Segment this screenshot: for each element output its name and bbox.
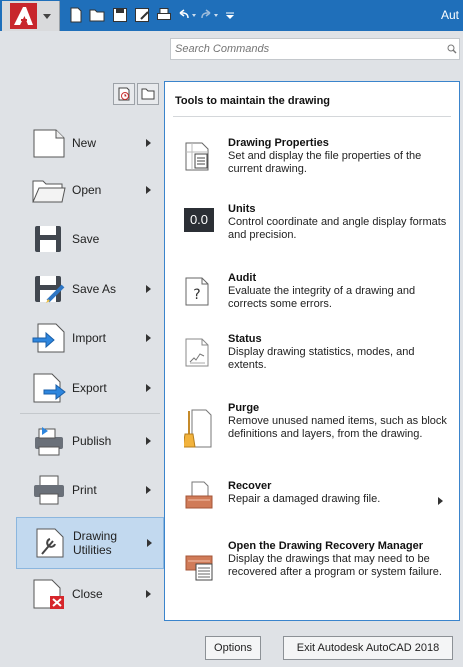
qat-save-icon[interactable] <box>110 4 130 26</box>
tool-drawing-properties[interactable]: Drawing Properties Set and display the f… <box>165 137 459 181</box>
qat-print-icon[interactable] <box>154 4 174 26</box>
menu-item-publish[interactable]: Publish <box>16 416 164 466</box>
title-bar: Aut <box>0 0 463 31</box>
tool-purge[interactable]: Purge Remove unused named items, such as… <box>165 402 459 460</box>
view-toggles <box>113 83 159 105</box>
audit-icon: ? <box>184 275 212 307</box>
tool-title: Units <box>228 203 256 215</box>
tool-audit[interactable]: ? Audit Evaluate the integrity of a draw… <box>165 272 459 316</box>
submenu-arrow-icon <box>147 539 152 547</box>
chevron-down-icon <box>43 14 51 19</box>
status-icon <box>184 336 212 368</box>
tool-title: Status <box>228 333 262 345</box>
qat-new-icon[interactable] <box>66 4 86 26</box>
tool-title: Purge <box>228 402 260 414</box>
submenu-panel: Tools to maintain the drawing Drawing Pr… <box>164 81 460 621</box>
menu-item-export[interactable]: Export <box>16 363 164 413</box>
submenu-arrow-icon <box>146 486 151 494</box>
close-file-icon <box>32 578 66 610</box>
tool-title: Open the Drawing Recovery Manager <box>228 540 423 552</box>
menu-item-save[interactable]: Save <box>16 214 164 264</box>
menu-item-import[interactable]: Import <box>16 313 164 363</box>
menu-item-label: Print <box>72 483 97 497</box>
tool-title: Drawing Properties <box>228 137 329 149</box>
units-icon: 0.0 <box>184 208 214 232</box>
search-input[interactable] <box>170 38 460 60</box>
search-row <box>0 31 463 68</box>
panel-header: Tools to maintain the drawing <box>175 95 331 107</box>
import-icon <box>32 322 66 354</box>
menu-item-label: Import <box>72 331 107 345</box>
menu-item-print[interactable]: Print <box>16 465 164 515</box>
recovery-manager-icon <box>184 550 213 582</box>
qat-customize-icon[interactable] <box>220 4 240 26</box>
menu-item-label: Drawing Utilities <box>73 529 118 557</box>
submenu-arrow-icon <box>438 497 443 505</box>
purge-icon <box>182 407 212 449</box>
menu-divider <box>20 413 160 414</box>
tool-description: Remove unused named items, such as block… <box>228 415 447 440</box>
menu-item-label: Save <box>72 232 100 246</box>
recent-documents-icon[interactable] <box>113 83 135 105</box>
qat-redo-icon[interactable] <box>198 4 218 26</box>
tool-description: Display the drawings that may need to be… <box>228 553 442 578</box>
publish-icon <box>32 425 66 457</box>
submenu-arrow-icon <box>146 139 151 147</box>
export-icon <box>32 372 66 404</box>
autocad-logo-icon <box>10 3 37 29</box>
panel-divider <box>173 116 451 117</box>
tool-recover[interactable]: Recover Repair a damaged drawing file. <box>165 480 459 524</box>
menu-item-save-as[interactable]: Save As <box>16 264 164 314</box>
menu-item-label: Publish <box>72 434 112 448</box>
drawing-properties-icon <box>184 140 212 172</box>
drawing-utilities-icon <box>33 527 67 559</box>
recover-icon <box>184 480 213 512</box>
application-menu-button[interactable] <box>2 1 60 31</box>
exit-autocad-button[interactable]: Exit Autodesk AutoCAD 2018 <box>283 636 453 660</box>
tool-status[interactable]: Status Display drawing statistics, modes… <box>165 333 459 377</box>
open-folder-icon <box>32 174 66 206</box>
window-title: Aut <box>440 8 459 22</box>
tool-title: Audit <box>228 272 257 284</box>
menu-item-new[interactable]: New <box>16 118 164 168</box>
menu-item-label: Open <box>72 183 102 197</box>
tool-description: Display drawing statistics, modes, and e… <box>228 346 415 371</box>
qat-open-icon[interactable] <box>88 4 108 26</box>
tool-description: Repair a damaged drawing file. <box>228 493 381 505</box>
submenu-arrow-icon <box>146 590 151 598</box>
submenu-arrow-icon <box>146 384 151 392</box>
submenu-arrow-icon <box>146 285 151 293</box>
menu-item-open[interactable]: Open <box>16 165 164 215</box>
menu-item-label: New <box>72 136 97 150</box>
menu-item-drawing-utilities[interactable]: Drawing Utilities <box>16 517 164 569</box>
svg-text:?: ? <box>193 287 200 303</box>
application-menu-list: New Open Save Save As Import Export Publ… <box>0 68 164 667</box>
menu-item-label: Export <box>72 381 107 395</box>
submenu-arrow-icon <box>146 334 151 342</box>
menu-item-label: Close <box>72 587 103 601</box>
submenu-arrow-icon <box>146 437 151 445</box>
printer-icon <box>32 474 66 506</box>
tool-description: Set and display the file properties of t… <box>228 150 422 175</box>
options-button[interactable]: Options <box>205 636 261 660</box>
menu-item-label: Save As <box>72 282 117 296</box>
quick-access-toolbar <box>66 4 240 28</box>
submenu-arrow-icon <box>146 186 151 194</box>
tool-units[interactable]: 0.0 Units Control coordinate and angle d… <box>165 203 459 247</box>
qat-save-as-icon[interactable] <box>132 4 152 26</box>
save-as-icon <box>32 273 66 305</box>
new-file-icon <box>32 127 66 159</box>
search-icon <box>447 44 457 54</box>
tool-title: Recover <box>228 480 272 492</box>
save-disk-icon <box>32 223 66 255</box>
open-documents-icon[interactable] <box>137 83 159 105</box>
tool-description: Evaluate the integrity of a drawing and … <box>228 285 416 310</box>
qat-undo-icon[interactable] <box>176 4 196 26</box>
bottom-button-bar: Options Exit Autodesk AutoCAD 2018 <box>164 621 463 667</box>
tool-drawing-recovery-manager[interactable]: Open the Drawing Recovery Manager Displa… <box>165 540 459 600</box>
tool-description: Control coordinate and angle display for… <box>228 216 447 241</box>
menu-item-close[interactable]: Close <box>16 569 164 619</box>
